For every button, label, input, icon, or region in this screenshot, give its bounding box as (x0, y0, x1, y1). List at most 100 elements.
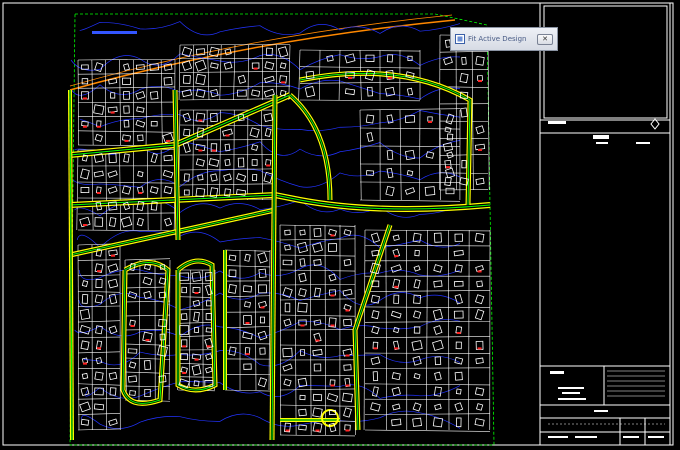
red-marker (315, 339, 320, 342)
building-footprint (425, 151, 435, 159)
building-footprint (454, 402, 464, 412)
building-footprint (205, 353, 213, 361)
lot-line (385, 229, 388, 431)
building-footprint (453, 249, 464, 257)
building-footprint (433, 325, 443, 335)
building-footprint (123, 63, 130, 71)
building-footprint (297, 302, 308, 313)
red-marker (345, 309, 350, 312)
building-footprint (474, 294, 485, 305)
building-footprint (127, 348, 138, 354)
building-footprint (284, 244, 291, 251)
lot-line (247, 44, 250, 101)
building-footprint (404, 187, 416, 195)
building-footprint (312, 393, 323, 402)
lot-line (146, 149, 149, 231)
building-footprint (249, 127, 260, 138)
building-footprint (298, 319, 307, 326)
fit-active-design-tooltip: Fit Active Design ✕ (450, 27, 558, 51)
red-marker (97, 270, 101, 273)
building-footprint (81, 280, 89, 287)
building-footprint (390, 310, 402, 319)
lot-line (202, 269, 204, 391)
building-footprint (236, 173, 247, 182)
red-marker (130, 325, 135, 327)
lot-line (233, 44, 236, 101)
building-footprint (81, 294, 89, 304)
building-footprint (228, 254, 237, 261)
title-block-text-lines (548, 370, 665, 425)
building-footprint (343, 258, 352, 267)
lot-line (91, 149, 94, 231)
road-edge (299, 70, 473, 206)
lot-line (177, 296, 216, 298)
building-footprint (108, 217, 117, 227)
lot-line (124, 286, 171, 289)
building-footprint (163, 185, 173, 195)
key-map-box (543, 5, 668, 119)
red-marker (477, 270, 482, 273)
building-footprint (129, 390, 136, 396)
lot-line (105, 149, 108, 231)
building-footprint (392, 403, 401, 411)
lot-line (77, 130, 176, 133)
lot-line (288, 44, 291, 101)
building-footprint (79, 308, 91, 320)
building-footprint (162, 169, 174, 179)
building-footprint (299, 258, 306, 267)
building-footprint (461, 56, 467, 65)
building-footprint (180, 313, 188, 321)
building-footprint (237, 74, 247, 84)
building-footprint (432, 308, 443, 321)
building-footprint (194, 59, 207, 72)
title-block-glyphs (548, 121, 664, 438)
building-footprint (80, 168, 90, 180)
building-footprint (454, 371, 463, 381)
lot-line (119, 149, 121, 231)
building-footprint (136, 106, 145, 113)
site-plan-drawing[interactable] (0, 0, 680, 450)
building-footprint (142, 276, 153, 286)
building-footprint (282, 259, 293, 266)
lot-line (299, 81, 421, 84)
building-footprint (434, 371, 442, 381)
red-marker (245, 353, 250, 356)
lot-line (224, 343, 271, 345)
lot-line (77, 290, 121, 293)
building-footprint (475, 177, 485, 185)
building-footprint (424, 186, 436, 196)
building-footprint (94, 294, 104, 304)
red-marker (394, 255, 399, 258)
building-footprint (342, 392, 353, 403)
red-marker (194, 292, 199, 294)
building-footprint (370, 294, 380, 304)
building-footprint (367, 86, 373, 97)
cad-viewport[interactable]: Fit Active Design ✕ (0, 0, 680, 450)
building-footprint (242, 331, 253, 340)
building-footprint (444, 176, 452, 187)
building-footprint (284, 229, 291, 236)
lot-line (145, 59, 148, 146)
building-footprint (109, 387, 117, 396)
building-footprint (128, 361, 137, 369)
red-marker (456, 332, 461, 334)
red-marker (124, 139, 129, 142)
building-footprint (328, 243, 337, 252)
building-footprint (454, 233, 463, 242)
red-marker (330, 324, 335, 327)
building-footprint (391, 372, 401, 381)
building-footprint (244, 301, 251, 308)
building-footprint (93, 104, 105, 115)
building-footprint (406, 87, 414, 96)
building-footprint (95, 279, 103, 289)
close-icon[interactable]: ✕ (537, 33, 553, 45)
building-footprint (312, 407, 323, 418)
lot-line (468, 229, 470, 431)
building-footprint (392, 234, 400, 241)
building-footprint (108, 325, 118, 335)
building-footprint (277, 46, 289, 58)
building-footprint (434, 403, 442, 411)
red-marker (428, 121, 432, 123)
building-footprint (136, 217, 144, 227)
red-marker (300, 324, 305, 327)
